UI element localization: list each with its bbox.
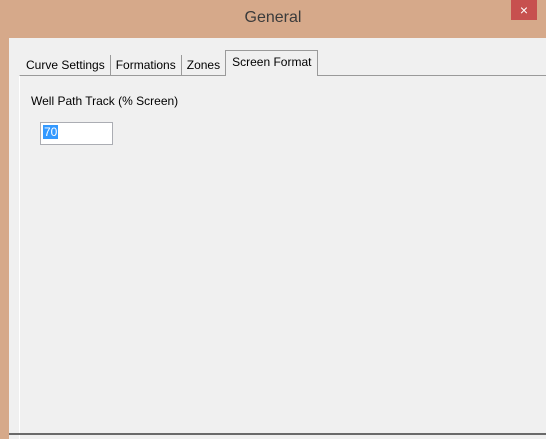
well-path-track-value: 70 bbox=[43, 125, 59, 139]
well-path-track-label: Well Path Track (% Screen) bbox=[31, 94, 179, 108]
general-dialog: General × Curve Settings Formations Zone… bbox=[0, 0, 546, 439]
tab-zones[interactable]: Zones bbox=[181, 55, 226, 76]
close-icon: × bbox=[519, 2, 529, 18]
close-button[interactable]: × bbox=[511, 0, 537, 20]
tab-formations[interactable]: Formations bbox=[110, 55, 182, 76]
tab-strip: Curve Settings Formations Zones Screen F… bbox=[21, 50, 319, 76]
window-title: General bbox=[244, 9, 302, 26]
well-path-track-input[interactable]: 70 bbox=[40, 122, 113, 145]
bottom-border bbox=[9, 433, 546, 435]
dialog-client-area: Curve Settings Formations Zones Screen F… bbox=[9, 38, 546, 439]
tab-screen-format[interactable]: Screen Format bbox=[225, 50, 319, 76]
tab-curve-settings[interactable]: Curve Settings bbox=[21, 55, 111, 76]
title-bar[interactable]: General × bbox=[0, 0, 546, 38]
